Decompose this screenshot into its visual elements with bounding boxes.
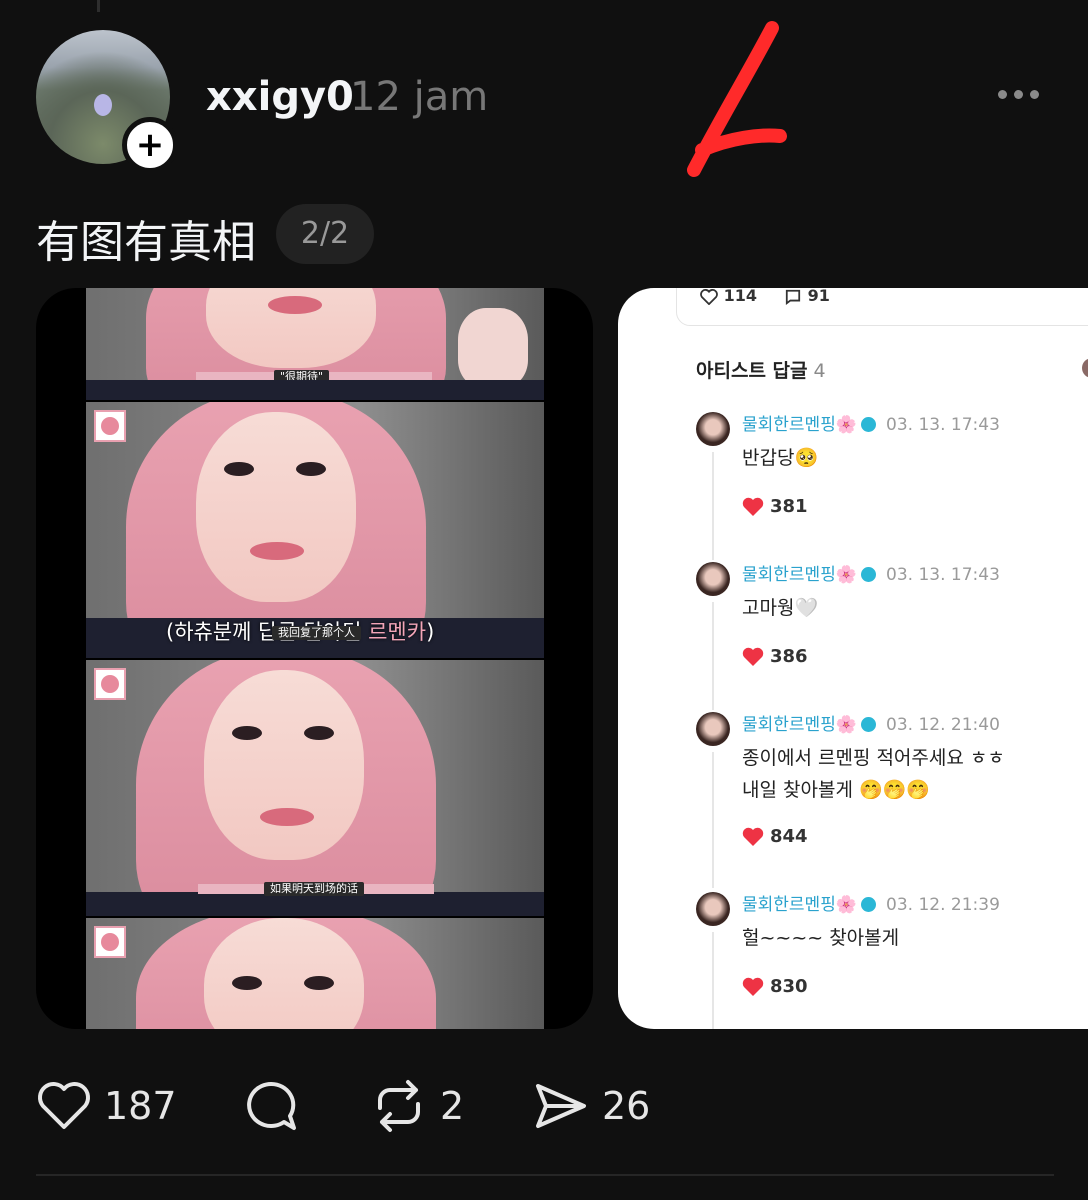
video-frame-4 (86, 918, 544, 1029)
verified-badge-icon (861, 566, 877, 582)
reply-likes: 844 (742, 826, 808, 847)
artist-avatar (696, 412, 730, 446)
page-indicator: 2/2 (276, 204, 374, 264)
username[interactable]: xxigy0 (206, 74, 354, 120)
reply-likes: 381 (742, 496, 808, 517)
channel-logo (94, 668, 126, 700)
artist-name: 물회한르멘핑🌸 03. 12. 21:40 (742, 715, 1000, 735)
more-icon[interactable] (994, 84, 1042, 108)
media-image-1[interactable]: "很期待" (하츄분께 답글 달아던 르멘카) 我回复了那个人 如果明天到场的话 (36, 288, 593, 1029)
heart-icon (742, 827, 764, 846)
heart-icon (742, 647, 764, 666)
comment-button[interactable] (242, 1078, 300, 1134)
video-frame-3: 如果明天到场的话 (86, 660, 544, 916)
post-caption: 有图有真相 (36, 217, 256, 268)
channel-logo (94, 410, 126, 442)
verified-badge-icon (861, 716, 877, 732)
comments-stat: 91 (784, 288, 830, 305)
artist-name: 물회한르멘핑🌸 03. 13. 17:43 (742, 565, 1000, 585)
verified-badge-icon (861, 416, 877, 432)
artist-replies-title: 아티스트 답글 4 (696, 360, 826, 382)
repost-count: 2 (440, 1084, 465, 1128)
follow-plus-icon[interactable]: + (122, 117, 178, 173)
heart-outline-icon (700, 288, 718, 305)
like-count: 187 (104, 1084, 177, 1128)
share-icon (536, 1084, 586, 1128)
comment-outline-icon (785, 289, 801, 305)
thread-line (97, 0, 100, 12)
artist-avatar (696, 892, 730, 926)
artist-avatar (696, 712, 730, 746)
repost-icon (378, 1080, 420, 1132)
video-frame-2: (하츄분께 답글 달아던 르멘카) 我回复了那个人 (86, 402, 544, 658)
reply-likes: 386 (742, 646, 808, 667)
subtitle-label: 如果明天到场的话 (264, 882, 364, 896)
heart-icon (742, 497, 764, 516)
subtitle-label: 我回复了那个人 (272, 626, 361, 640)
artist-name: 물회한르멘핑🌸 03. 13. 17:43 (742, 415, 1000, 435)
likes-stat: 114 (700, 288, 757, 305)
verified-badge-icon (861, 896, 877, 912)
reply-text: 고마웡🤍 (742, 597, 819, 619)
artist-name: 물회한르멘핑🌸 03. 12. 21:39 (742, 895, 1000, 915)
media-image-2[interactable]: 114 91 아티스트 답글 4 물회한르멘핑🌸 03. 13. 17:43 반갑당… (618, 288, 1088, 1029)
repost-button[interactable]: 2 (370, 1078, 464, 1134)
share-count: 26 (602, 1084, 651, 1128)
heart-icon (742, 977, 764, 996)
reply-text: 종이에서 르멘핑 적어주세요 ㅎㅎ 내일 찾아볼게 🤭🤭🤭 (742, 747, 1005, 801)
like-button[interactable]: 187 (36, 1078, 177, 1134)
reply-likes: 830 (742, 976, 808, 997)
reply-text: 반갑당🥺 (742, 447, 819, 469)
red-handwritten-mark (687, 21, 787, 177)
heart-icon (38, 1082, 90, 1129)
comment-icon (247, 1081, 296, 1130)
post-divider (36, 1174, 1054, 1176)
video-frame-1: "很期待" (86, 288, 544, 400)
avatar-edge (1082, 358, 1088, 378)
artist-avatar (696, 562, 730, 596)
post-timestamp: 12 jam (350, 74, 489, 120)
channel-logo (94, 926, 126, 958)
share-button[interactable]: 26 (532, 1078, 650, 1134)
reply-text: 헐~~~~ 찾아볼게 (742, 927, 900, 949)
